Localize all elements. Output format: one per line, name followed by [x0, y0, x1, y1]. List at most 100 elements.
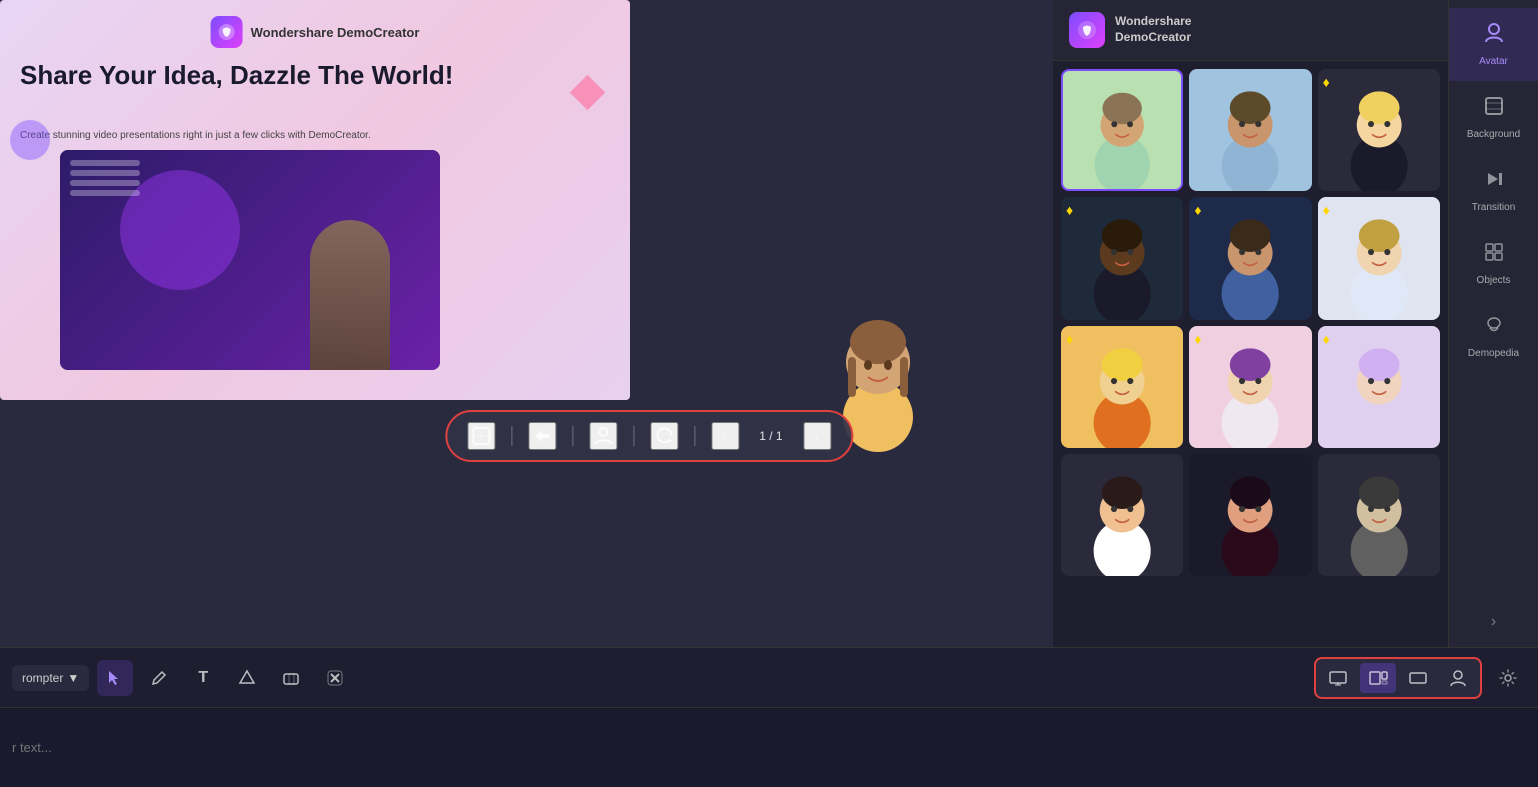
avatar-card-11[interactable] — [1189, 454, 1311, 576]
sidebar-tab-objects-label: Objects — [1477, 275, 1511, 286]
premium-badge-6: ♦ — [1323, 202, 1330, 218]
transition-icon — [1483, 168, 1505, 196]
screen-ui-row — [70, 170, 140, 176]
avatar-card-2[interactable] — [1189, 69, 1311, 191]
float-divider — [633, 426, 634, 446]
avatar-figure-5 — [1189, 197, 1311, 319]
sidebar-tab-avatar-label: Avatar — [1479, 56, 1508, 67]
decor-circle — [10, 120, 50, 160]
demopedia-icon — [1483, 314, 1505, 342]
sidebar-scroll-down[interactable]: › — [1483, 605, 1504, 639]
right-panel: Wondershare DemoCreator ♦ — [1053, 0, 1448, 647]
slide-subtext: Create stunning video presentations righ… — [20, 130, 610, 141]
float-divider — [511, 426, 512, 446]
sidebar-tab-objects[interactable]: Objects — [1449, 227, 1538, 300]
premium-badge-5: ♦ — [1194, 202, 1201, 218]
slide-logo: Wondershare DemoCreator — [211, 16, 420, 48]
background-icon — [1483, 95, 1505, 123]
floating-tool-flip[interactable] — [528, 422, 556, 450]
objects-icon — [1483, 241, 1505, 269]
slide-content: Wondershare DemoCreator Share Your Idea,… — [0, 0, 630, 400]
canvas-area: Wondershare DemoCreator Share Your Idea,… — [0, 0, 1053, 647]
avatar-figure-2 — [1189, 69, 1311, 191]
slide-logo-icon — [211, 16, 243, 48]
text-area-row — [0, 708, 1538, 787]
avatar-figure-10 — [1061, 454, 1183, 576]
view-btn-group — [1314, 657, 1482, 699]
premium-badge-8: ♦ — [1194, 331, 1201, 347]
view-btn-screen[interactable] — [1320, 663, 1356, 693]
tool-shape[interactable] — [229, 660, 265, 696]
float-divider — [572, 426, 573, 446]
avatar-figure-3 — [1318, 69, 1440, 191]
avatar-card-12[interactable] — [1318, 454, 1440, 576]
sidebar-tab-avatar[interactable]: Avatar — [1449, 8, 1538, 81]
sidebar-tab-demopedia[interactable]: Demopedia — [1449, 300, 1538, 373]
screen-ui-row — [70, 160, 140, 166]
floating-nav-next[interactable]: › — [803, 422, 831, 450]
avatar-figure-11 — [1189, 454, 1311, 576]
canvas-bottom-strip — [0, 447, 1053, 647]
avatar-card-5[interactable]: ♦ — [1189, 197, 1311, 319]
avatar-figure-6 — [1318, 197, 1440, 319]
misc-settings-btn[interactable] — [1490, 660, 1526, 696]
avatar-card-8[interactable]: ♦ — [1189, 326, 1311, 448]
premium-badge-9: ♦ — [1323, 331, 1330, 347]
tool-delete[interactable] — [317, 660, 353, 696]
screen-ui-elements — [70, 160, 140, 200]
premium-badge-7: ♦ — [1066, 331, 1073, 347]
view-btn-person[interactable] — [1440, 663, 1476, 693]
screen-ui-row — [70, 180, 140, 186]
main-area: Wondershare DemoCreator Share Your Idea,… — [0, 0, 1538, 647]
avatar-card-10[interactable] — [1061, 454, 1183, 576]
slide-headline: Share Your Idea, Dazzle The World! — [20, 60, 610, 91]
sidebar-tab-transition[interactable]: Transition — [1449, 154, 1538, 227]
text-input-field[interactable] — [12, 740, 1526, 755]
avatar-grid[interactable]: ♦ ♦ ♦ ♦ ♦ — [1053, 61, 1448, 647]
far-right-sidebar: Avatar Background Transition — [1448, 0, 1538, 647]
avatar-figure-7 — [1061, 326, 1183, 448]
floating-tool-person[interactable] — [589, 422, 617, 450]
avatar-figure-8 — [1189, 326, 1311, 448]
prompter-label: rompter — [22, 671, 63, 685]
premium-badge-3: ♦ — [1323, 74, 1330, 90]
slide-screen-inner — [60, 150, 440, 370]
premium-badge-4: ♦ — [1066, 202, 1073, 218]
bottom-area: rompter ▼ T — [0, 647, 1538, 787]
float-divider — [694, 426, 695, 446]
ws-logo — [1069, 12, 1105, 48]
avatar-figure-1 — [1063, 71, 1181, 189]
floating-toolbar: ‹ 1 / 1 › — [445, 410, 853, 462]
ws-header: Wondershare DemoCreator — [1053, 0, 1448, 61]
sidebar-tab-background[interactable]: Background — [1449, 81, 1538, 154]
person-silhouette — [310, 220, 390, 370]
sidebar-tab-background-label: Background — [1467, 129, 1520, 140]
floating-tool-target[interactable] — [467, 422, 495, 450]
tool-select[interactable] — [97, 660, 133, 696]
floating-nav-prev[interactable]: ‹ — [711, 422, 739, 450]
view-btn-fullscreen[interactable] — [1400, 663, 1436, 693]
avatar-card-1[interactable] — [1061, 69, 1183, 191]
avatar-card-3[interactable]: ♦ — [1318, 69, 1440, 191]
avatar-card-7[interactable]: ♦ — [1061, 326, 1183, 448]
floating-counter: 1 / 1 — [755, 429, 787, 443]
slide-screen — [60, 150, 440, 370]
tool-text[interactable]: T — [185, 660, 221, 696]
avatar-card-9[interactable]: ♦ — [1318, 326, 1440, 448]
avatar-card-4[interactable]: ♦ — [1061, 197, 1183, 319]
tool-eraser[interactable] — [273, 660, 309, 696]
sidebar-tab-demopedia-label: Demopedia — [1468, 348, 1519, 359]
slide-logo-text: Wondershare DemoCreator — [251, 25, 420, 40]
avatar-card-6[interactable]: ♦ — [1318, 197, 1440, 319]
prompter-button[interactable]: rompter ▼ — [12, 665, 89, 691]
prompter-dropdown-icon: ▼ — [67, 671, 79, 685]
tool-pen[interactable] — [141, 660, 177, 696]
view-btn-avatar-screen[interactable] — [1360, 663, 1396, 693]
avatar-figure-4 — [1061, 197, 1183, 319]
avatar-icon — [1483, 22, 1505, 50]
sidebar-tab-transition-label: Transition — [1472, 202, 1516, 213]
ws-text: Wondershare DemoCreator — [1115, 14, 1191, 45]
avatar-figure-12 — [1318, 454, 1440, 576]
toolbar-row: rompter ▼ T — [0, 648, 1538, 708]
floating-tool-rotate[interactable] — [650, 422, 678, 450]
